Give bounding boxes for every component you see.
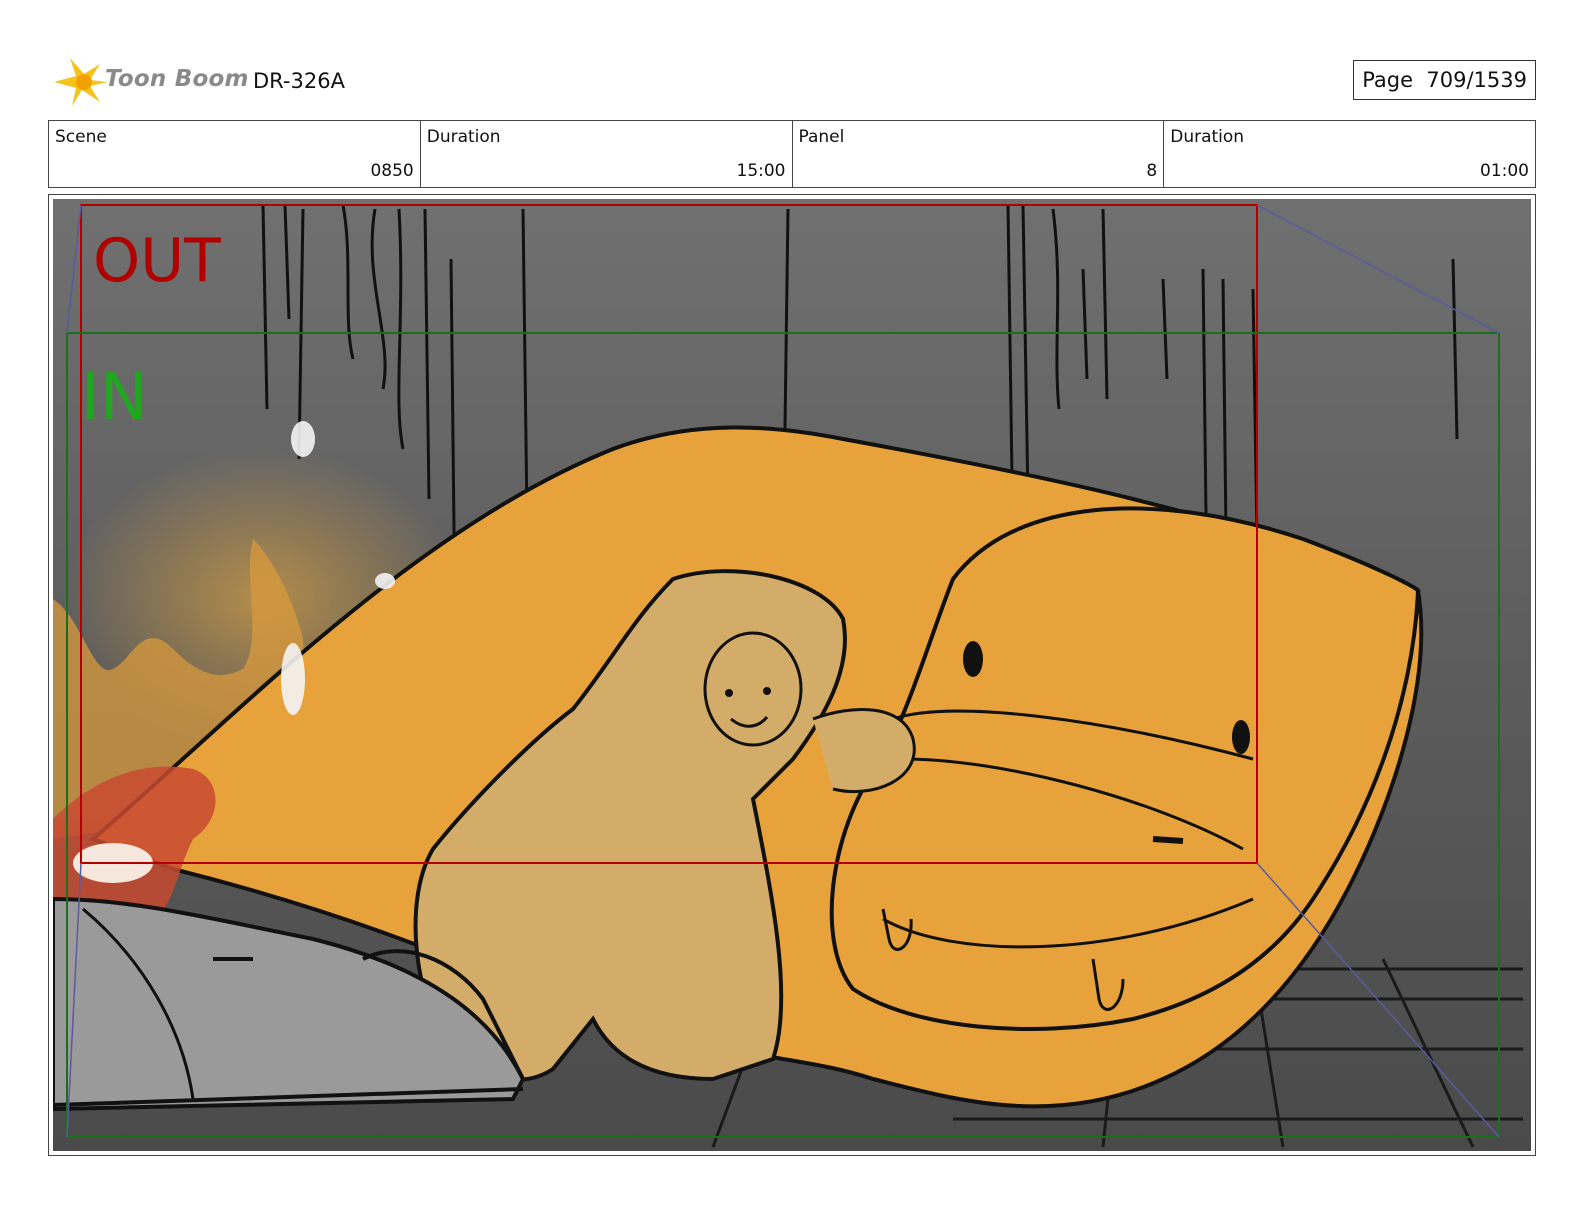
page-number: 709/1539 — [1426, 68, 1527, 92]
page-label: Page — [1362, 68, 1414, 92]
scene-duration-cell: Duration 15:00 — [421, 121, 793, 187]
starburst-icon — [54, 58, 108, 106]
panel-label: Panel — [798, 127, 845, 147]
document-code: DR-326A — [253, 69, 345, 93]
page-header: Toon Boom DR-326A Page 709/1539 — [48, 56, 1536, 108]
panel-duration-cell: Duration 01:00 — [1164, 121, 1535, 187]
scene-label: Scene — [55, 127, 107, 147]
scene-value: 0850 — [370, 161, 414, 181]
toon-boom-logo: Toon Boom — [50, 56, 248, 108]
panel-value: 8 — [1146, 161, 1158, 181]
scene-cell: Scene 0850 — [49, 121, 421, 187]
scene-duration-value: 15:00 — [736, 161, 786, 181]
panel-duration-value: 01:00 — [1480, 161, 1529, 181]
page-indicator: Page 709/1539 — [1353, 60, 1536, 100]
panel-duration-label: Duration — [1170, 127, 1245, 147]
logo-text: Toon Boom — [105, 66, 249, 92]
scene-duration-label: Duration — [426, 127, 501, 147]
dragon-right-eye — [1232, 720, 1250, 754]
panel-drawing: OUT IN — [53, 199, 1531, 1151]
panel-cell: Panel 8 — [793, 121, 1165, 187]
storyboard-panel: OUT IN — [48, 194, 1536, 1156]
scene-info-table: Scene 0850 Duration 15:00 Panel 8 Durati… — [48, 120, 1536, 188]
in-label: IN — [81, 361, 148, 435]
out-label: OUT — [93, 226, 221, 296]
dragon-left-eye — [963, 641, 983, 677]
